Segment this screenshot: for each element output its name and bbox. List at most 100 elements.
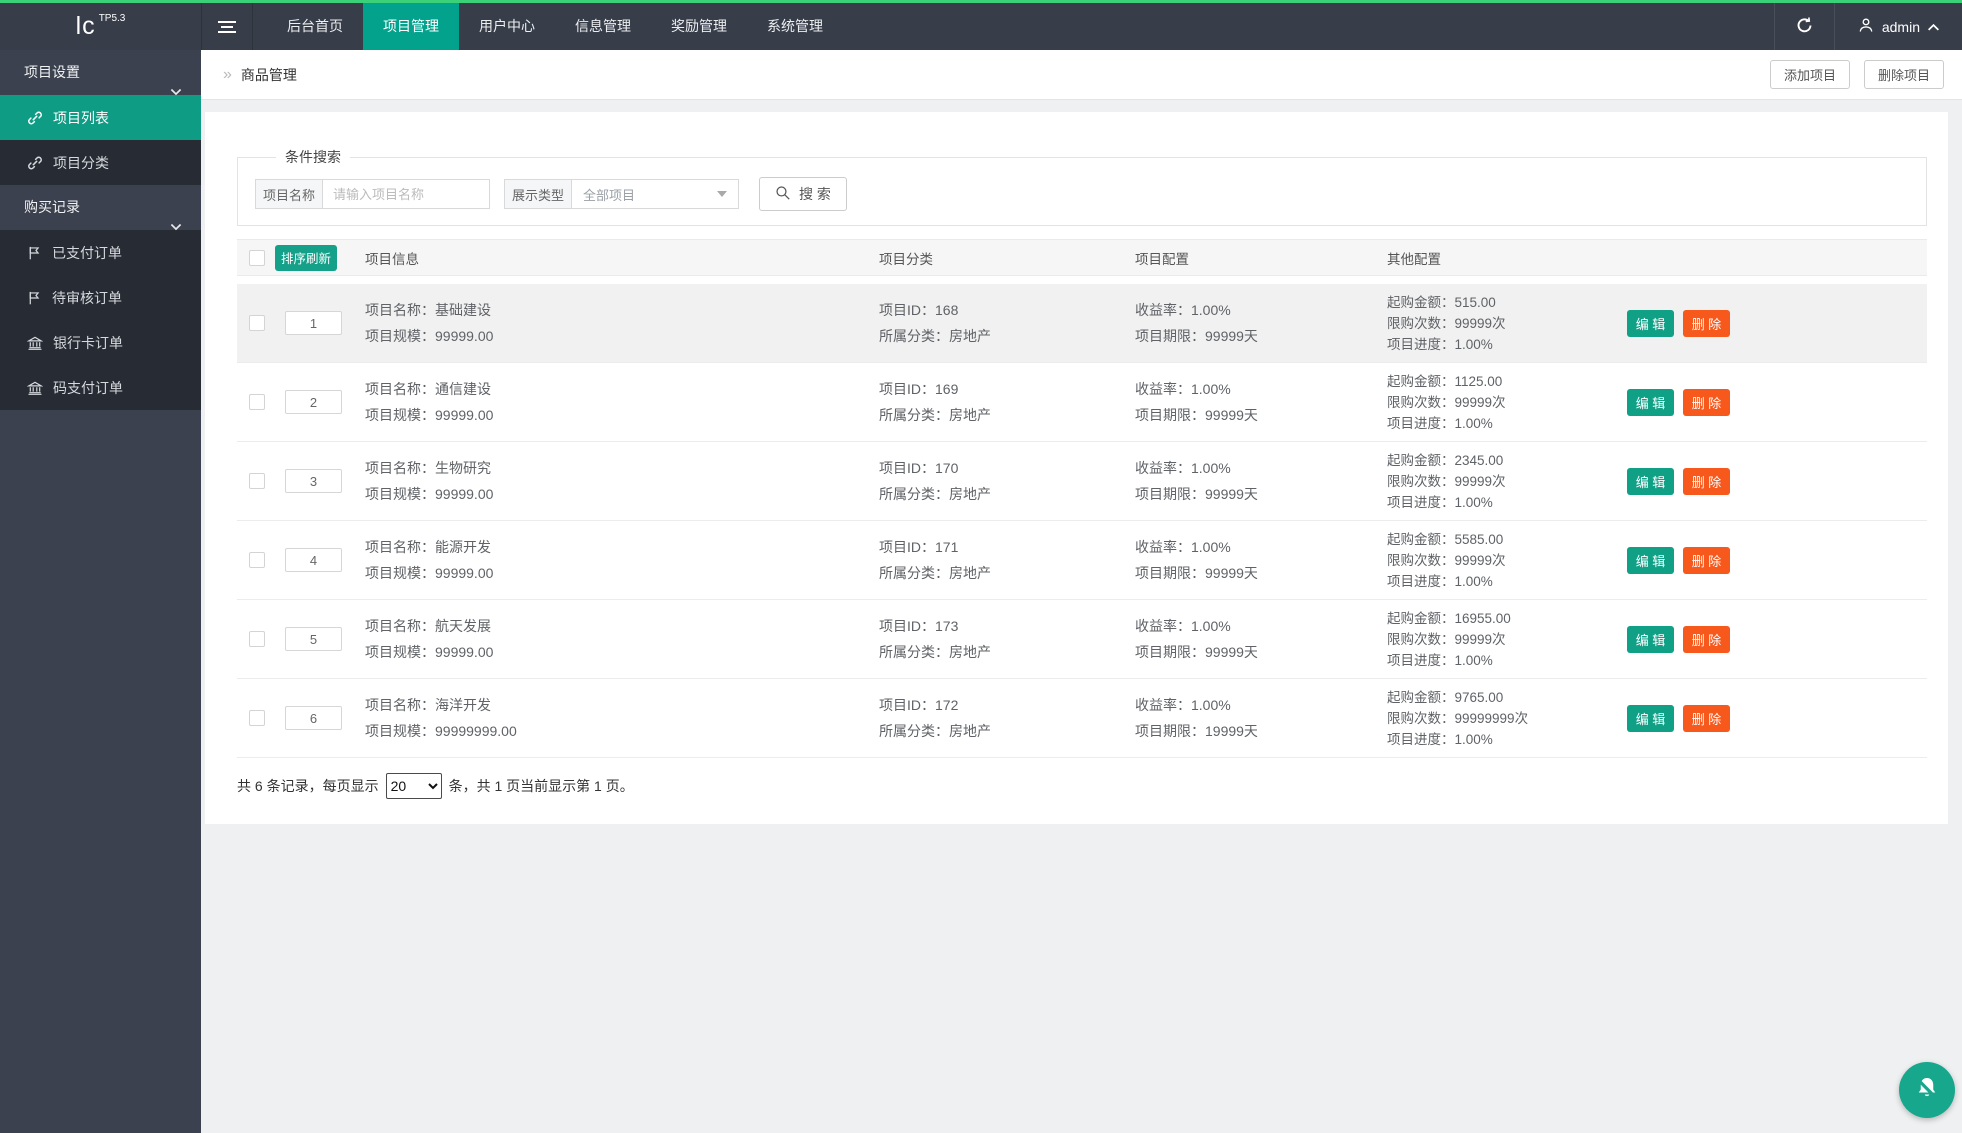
delete-button[interactable]: 删 除 [1683,546,1730,574]
row-order-input[interactable] [285,548,342,572]
table-row: 项目名称：航天发展项目规模：99999.00 项目ID：173所属分类：房地产 … [237,600,1927,679]
row-checkbox[interactable] [249,710,265,726]
cell-project-info: 项目名称：生物研究 项目规模：99999.00 [365,460,494,502]
sort-refresh-button[interactable]: 排序刷新 [275,244,337,271]
cell-project-config: 收益率：1.00% 项目期限：99999天 [1135,539,1258,581]
display-type-select[interactable]: 全部项目 [572,179,739,209]
select-all-checkbox[interactable] [249,249,265,266]
edit-button[interactable]: 编 辑 [1627,467,1674,495]
username: admin [1881,18,1920,35]
delete-button[interactable]: 删 除 [1683,309,1730,337]
search-form: 项目名称 展示类型 全部项目 搜 索 [255,177,1926,211]
breadcrumb-bar: » 商品管理 添加项目 删除项目 [201,50,1962,100]
search-button[interactable]: 搜 索 [759,177,847,211]
table-header-row: 排序刷新 项目信息 项目分类 项目配置 其他配置 [237,239,1927,276]
project-name-label: 项目名称 [255,179,323,209]
delete-button[interactable]: 删 除 [1683,625,1730,653]
sidebar-group-label: 项目设置 [24,64,80,80]
row-checkbox[interactable] [249,552,265,568]
project-name-input[interactable] [323,179,490,209]
sidebar-item[interactable]: 银行卡订单 [0,320,201,365]
delete-button[interactable]: 删 除 [1683,388,1730,416]
edit-button[interactable]: 编 辑 [1627,625,1674,653]
edit-button[interactable]: 编 辑 [1627,546,1674,574]
cell-project-category: 项目ID：169 所属分类：房地产 [879,381,991,423]
sidebar-group-header[interactable]: 项目设置 [0,50,201,96]
refresh-button[interactable] [1773,3,1834,50]
row-checkbox[interactable] [249,473,265,489]
pagination-suffix: 条，共 1 页当前显示第 1 页。 [448,778,634,794]
edit-button[interactable]: 编 辑 [1627,388,1674,416]
search-button-label: 搜 索 [799,186,831,202]
nav-item[interactable]: 系统管理 [747,3,843,50]
logo-version: TP5.3 [98,13,126,24]
row-actions: 编 辑 删 除 [1627,309,1927,337]
row-order-input[interactable] [285,469,342,493]
cell-project-category: 项目ID：168 所属分类：房地产 [879,302,991,344]
delete-button[interactable]: 删 除 [1683,467,1730,495]
breadcrumb-arrows-icon: » [223,65,232,83]
row-actions: 编 辑 删 除 [1627,467,1927,495]
project-table: 排序刷新 项目信息 项目分类 项目配置 其他配置 项目名称：基础建设项目规模：9… [237,239,1927,758]
row-order-input[interactable] [285,627,342,651]
row-checkbox[interactable] [249,394,265,410]
table-row: 项目名称：能源开发项目规模：99999.00 项目ID：171所属分类：房地产 … [237,521,1927,600]
project-name-group: 项目名称 [255,179,490,209]
edit-button[interactable]: 编 辑 [1627,704,1674,732]
cell-project-config: 收益率：1.00% 项目期限：99999天 [1135,618,1258,660]
top-navbar: lc TP5.3 后台首页 项目管理 用户中心 信息管理 奖励管理 系统管理 admin [0,0,1962,50]
nav-item[interactable]: 后台首页 [267,3,363,50]
chevron-down-icon [170,204,182,249]
nav-item[interactable]: 信息管理 [555,3,651,50]
chevron-down-icon [170,69,182,114]
delete-project-button[interactable]: 删除项目 [1863,60,1944,89]
sidebar-item-label: 项目列表 [53,109,109,126]
bell-off-icon [1912,1074,1942,1107]
delete-button[interactable]: 删 除 [1683,704,1730,732]
user-menu[interactable]: admin [1833,3,1962,50]
cell-other-config: 起购金额：515.00 限购次数：99999次 项目进度：1.00% [1387,294,1506,352]
table-row: 项目名称：海洋开发项目规模：99999999.00 项目ID：172所属分类：房… [237,679,1927,758]
pagination-prefix: 共 6 条记录，每页显示 [237,778,379,794]
logo-text: lc [75,12,96,40]
user-icon [1857,16,1875,37]
row-order-input[interactable] [285,706,342,730]
row-order-input[interactable] [285,390,342,414]
row-checkbox[interactable] [249,315,265,331]
sidebar-item[interactable]: 待审核订单 [0,275,201,320]
table-row: 项目名称：通信建设项目规模：99999.00 项目ID：169所属分类：房地产 … [237,363,1927,442]
nav-item[interactable]: 奖励管理 [651,3,747,50]
edit-button[interactable]: 编 辑 [1627,309,1674,337]
cell-project-category: 项目ID：172 所属分类：房地产 [879,697,991,739]
row-actions: 编 辑 删 除 [1627,625,1927,653]
cell-project-info: 项目名称：通信建设 项目规模：99999.00 [365,381,494,423]
sidebar-item[interactable]: 码支付订单 [0,365,201,410]
link-icon [27,110,43,126]
sidebar-item[interactable]: 项目分类 [0,140,201,185]
notifications-off-fab[interactable] [1899,1062,1955,1118]
search-icon [775,185,791,204]
cell-project-config: 收益率：1.00% 项目期限：99999天 [1135,460,1258,502]
cell-project-config: 收益率：1.00% 项目期限：99999天 [1135,381,1258,423]
row-checkbox[interactable] [249,631,265,647]
sidebar-group-items: 已支付订单 待审核订单 银行卡订单 码支付订单 [0,230,201,410]
pagination: 共 6 条记录，每页显示 20 条，共 1 页当前显示第 1 页。 [237,773,1927,799]
row-actions: 编 辑 删 除 [1627,704,1927,732]
nav-item[interactable]: 项目管理 [363,3,459,50]
cell-other-config: 起购金额：16955.00 限购次数：99999次 项目进度：1.00% [1387,610,1511,668]
chevron-up-icon [1927,19,1940,35]
row-order-input[interactable] [285,311,342,335]
display-type-value: 全部项目 [583,187,636,203]
nav-item[interactable]: 用户中心 [459,3,555,50]
table-row: 项目名称：基础建设项目规模：99999.00 项目ID：168所属分类：房地产 … [237,284,1927,363]
header-category: 项目分类 [879,251,933,267]
page-size-select[interactable]: 20 [385,773,442,799]
search-legend: 条件搜索 [285,149,341,165]
sidebar-group-header[interactable]: 购买记录 [0,185,201,231]
cell-project-info: 项目名称：海洋开发 项目规模：99999999.00 [365,697,517,739]
header-info: 项目信息 [365,251,419,267]
add-project-button[interactable]: 添加项目 [1769,60,1850,89]
sidebar-toggle-button[interactable] [201,3,253,50]
cell-project-category: 项目ID：170 所属分类：房地产 [879,460,991,502]
refresh-icon [1795,16,1814,38]
